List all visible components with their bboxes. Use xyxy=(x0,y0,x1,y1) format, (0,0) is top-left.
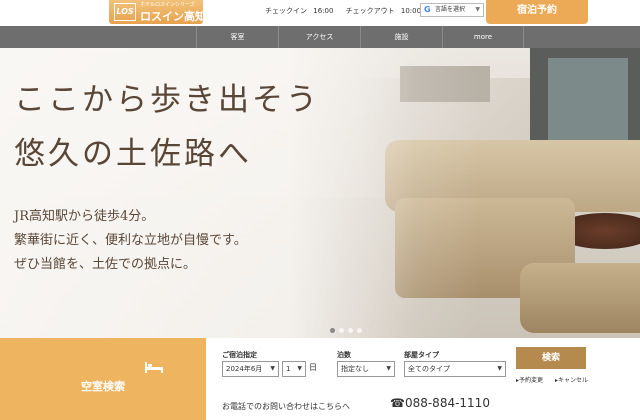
chevron-down-icon: ▼ xyxy=(297,365,302,372)
checkin-info: チェックイン 16:00 チェックアウト 10:00 xyxy=(265,6,425,16)
top-bar: LOS ホテルロスインシリーズ ロスイン高知 チェックイン 16:00 チェック… xyxy=(0,0,640,26)
contact-text: お電話でのお問い合わせはこちらへ xyxy=(222,402,350,411)
search-panel: 空室検索 xyxy=(0,338,206,420)
nav-item-more[interactable]: more xyxy=(442,26,524,48)
date-label: ご宿泊指定 xyxy=(222,351,257,359)
checkin-time: 16:00 xyxy=(313,7,334,15)
month-select-value: 2024年6月 xyxy=(226,365,263,373)
nights-select[interactable]: 指定なし ▼ xyxy=(337,361,395,377)
carousel-dots xyxy=(330,318,366,333)
hotel-logo[interactable]: LOS ホテルロスインシリーズ ロスイン高知 xyxy=(109,0,206,24)
chevron-down-icon: ▼ xyxy=(270,365,275,372)
nights-select-value: 指定なし xyxy=(341,365,369,373)
nights-label: 泊数 xyxy=(337,351,351,359)
chevron-down-icon: ▼ xyxy=(475,6,480,13)
hero-slider: ここから歩き出そう 悠久の土佐路へ JR高知駅から徒歩4分。 繁華街に近く、便利… xyxy=(0,48,640,338)
change-reservation-label: 予約変更 xyxy=(519,377,544,384)
search-title: 空室検索 xyxy=(81,380,125,393)
hero-description-1: JR高知駅から徒歩4分。 xyxy=(14,209,155,224)
book-button[interactable]: 宿泊予約 xyxy=(486,0,588,24)
hero-description-3: ぜひ当館を、土佐での拠点に。 xyxy=(14,257,197,272)
day-select[interactable]: 1 ▼ xyxy=(282,361,306,377)
language-select-label: 言語を選択 xyxy=(435,6,466,13)
main-nav: 客室 アクセス 施設 more xyxy=(0,26,640,48)
day-unit: 日 xyxy=(309,363,317,372)
logo-subtitle: ホテルロスインシリーズ xyxy=(140,2,195,8)
carousel-dot[interactable] xyxy=(348,328,353,333)
change-reservation-link[interactable]: ▸予約変更 xyxy=(516,375,543,384)
carousel-dot[interactable] xyxy=(339,328,344,333)
month-select[interactable]: 2024年6月 ▼ xyxy=(222,361,279,377)
nav-item-facilities[interactable]: 施設 xyxy=(360,26,442,48)
hero-headline-1: ここから歩き出そう xyxy=(14,82,320,118)
vacancy-search: 空室検索 ご宿泊指定 2024年6月 ▼ 1 ▼ 日 泊数 指定なし ▼ 部屋タ… xyxy=(0,338,640,420)
checkout-label: チェックアウト xyxy=(345,7,395,15)
chevron-down-icon: ▼ xyxy=(386,365,391,372)
chevron-down-icon: ▼ xyxy=(497,365,502,372)
checkin-label: チェックイン xyxy=(265,7,307,15)
bed-icon xyxy=(145,362,163,373)
hero-description-2: 繁華街に近く、便利な立地が自慢です。 xyxy=(14,233,247,248)
carousel-dot[interactable] xyxy=(330,328,335,333)
room-type-select[interactable]: 全てのタイプ ▼ xyxy=(404,361,506,377)
nav-item-rooms[interactable]: 客室 xyxy=(196,26,278,48)
checkout-time: 10:00 xyxy=(400,7,422,15)
google-icon: G xyxy=(424,5,431,14)
room-type-label: 部屋タイプ xyxy=(404,351,439,359)
search-button[interactable]: 検索 xyxy=(516,347,586,369)
language-select[interactable]: G 言語を選択 ▼ xyxy=(420,3,484,17)
cancel-link[interactable]: ▸キャンセル xyxy=(555,375,588,384)
carousel-dot[interactable] xyxy=(357,328,362,333)
nav-item-access[interactable]: アクセス xyxy=(278,26,360,48)
phone-number[interactable]: ☎088-884-1110 xyxy=(390,396,490,410)
hero-headline-2: 悠久の土佐路へ xyxy=(14,136,252,172)
day-select-value: 1 xyxy=(286,365,291,373)
logo-mark: LOS xyxy=(114,3,136,21)
logo-name: ロスイン高知 xyxy=(140,10,206,23)
cancel-label: キャンセル xyxy=(558,377,589,384)
hero-description: JR高知駅から徒歩4分。 繁華街に近く、便利な立地が自慢です。 ぜひ当館を、土佐… xyxy=(14,205,247,277)
room-type-select-value: 全てのタイプ xyxy=(408,365,450,373)
